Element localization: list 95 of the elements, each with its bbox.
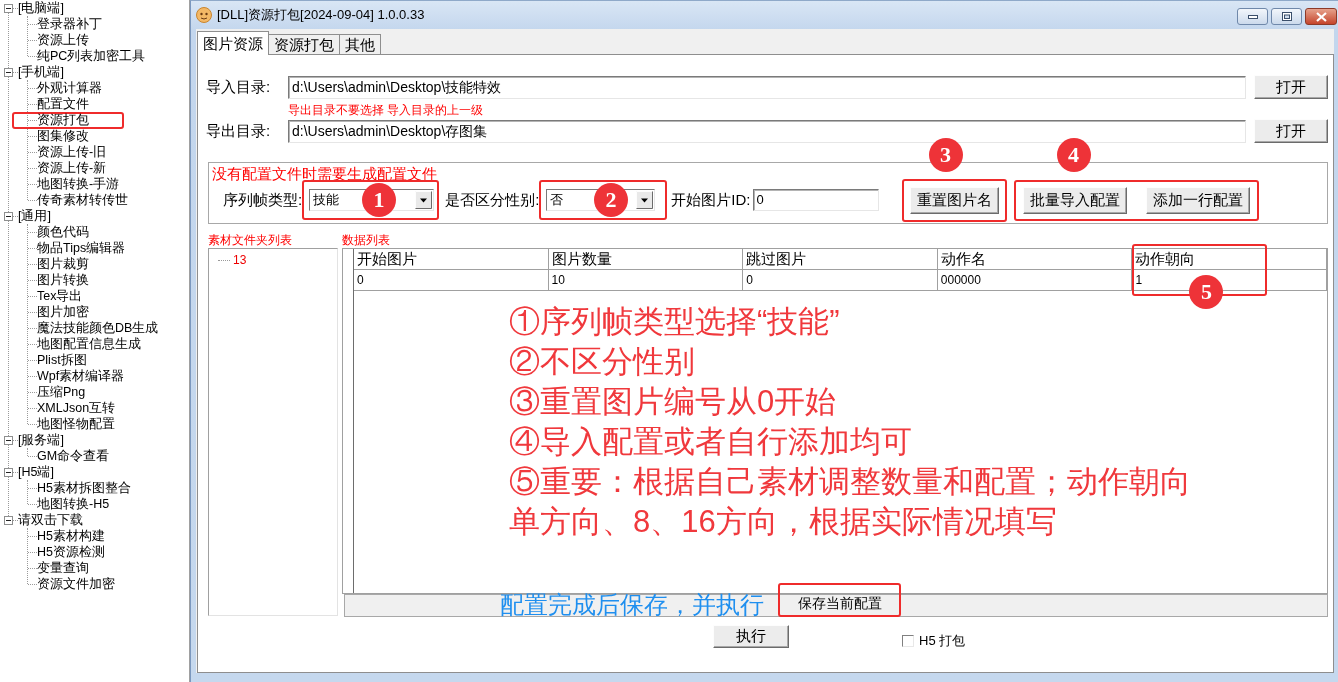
- tree-item[interactable]: 变量查询: [37, 560, 89, 576]
- tree-item[interactable]: 传奇素材转传世: [37, 192, 128, 208]
- annotation-text: ③重置图片编号从0开始: [509, 383, 838, 421]
- tree-item[interactable]: H5素材构建: [37, 528, 105, 544]
- table-cell: 0: [743, 270, 938, 291]
- maximize-icon: [1281, 12, 1292, 21]
- tree-item[interactable]: 资源上传: [37, 32, 89, 48]
- minimize-button[interactable]: [1237, 8, 1268, 25]
- tab[interactable]: 资源打包: [268, 34, 340, 54]
- collapse-icon[interactable]: [4, 435, 13, 445]
- checkbox-label: H5 打包: [919, 631, 966, 650]
- tree-item[interactable]: 地图怪物配置: [37, 416, 115, 432]
- tree-item[interactable]: 资源打包: [12, 111, 124, 129]
- tree-item[interactable]: 外观计算器: [37, 80, 102, 96]
- tree-item[interactable]: 图集修改: [37, 128, 89, 144]
- tree-node[interactable]: 请双击下载: [18, 512, 83, 528]
- action-button[interactable]: 添加一行配置: [1145, 186, 1250, 214]
- column-header: 动作名: [937, 249, 1133, 270]
- hint-text: 导出目录不要选择 导入目录的上一级: [288, 103, 484, 117]
- annotation-text: 配置完成后保存，并执行: [500, 591, 764, 619]
- action-button[interactable]: 批量导入配置: [1022, 186, 1127, 214]
- execute-button[interactable]: 执行: [713, 625, 789, 648]
- folder-item[interactable]: 13: [233, 253, 247, 267]
- step-badge: 1: [361, 183, 396, 217]
- tree-item[interactable]: 颜色代码: [37, 224, 89, 240]
- close-button[interactable]: [1305, 8, 1337, 25]
- tree-item[interactable]: 资源文件加密: [37, 576, 115, 592]
- annotation-text: ②不区分性别: [509, 343, 696, 381]
- table-cell: 000000: [937, 270, 1133, 291]
- tree-item[interactable]: 物品Tips编辑器: [37, 240, 126, 256]
- tree-item[interactable]: XMLJson互转: [37, 400, 116, 416]
- checkbox[interactable]: [902, 634, 914, 647]
- annotation-text: ⑤重要：根据自己素材调整数量和配置；动作朝向: [509, 463, 1192, 501]
- tree-item[interactable]: Plist拆图: [37, 352, 87, 368]
- column-header: 动作朝向: [1132, 249, 1327, 270]
- tree-item[interactable]: Wpf素材编译器: [37, 368, 125, 384]
- field-label: 开始图片ID:: [671, 190, 751, 210]
- field-label: 导入目录:: [206, 77, 272, 97]
- field-label: 序列帧类型:: [223, 190, 303, 210]
- tree-item[interactable]: Tex导出: [37, 288, 83, 304]
- list-title: 素材文件夹列表: [208, 232, 292, 248]
- collapse-icon[interactable]: [4, 515, 13, 525]
- dropdown-arrow-icon[interactable]: [636, 191, 654, 209]
- tree-item[interactable]: 配置文件: [37, 96, 89, 112]
- tree-item[interactable]: 图片转换: [37, 272, 89, 288]
- save-config-button[interactable]: 保存当前配置: [778, 583, 901, 617]
- tree-item[interactable]: GM命令查看: [37, 448, 110, 464]
- column-header: 图片数量: [548, 249, 744, 270]
- collapse-icon[interactable]: [4, 3, 13, 13]
- tree-item[interactable]: 魔法技能颜色DB生成: [37, 320, 159, 336]
- tree-node[interactable]: [手机端]: [18, 64, 64, 80]
- tree-item[interactable]: 地图配置信息生成: [37, 336, 141, 352]
- open-button[interactable]: 打开: [1254, 119, 1328, 143]
- maximize-button[interactable]: [1271, 8, 1302, 25]
- collapse-icon[interactable]: [4, 67, 13, 77]
- tree-item[interactable]: 图片加密: [37, 304, 89, 320]
- path-field[interactable]: d:\Users\admin\Desktop\存图集: [288, 119, 1246, 143]
- dropdown-arrow-icon[interactable]: [415, 191, 433, 209]
- tree-item[interactable]: 资源上传-旧: [37, 144, 107, 160]
- close-icon: [1315, 11, 1327, 22]
- field-label: 导出目录:: [206, 121, 272, 141]
- tree-item[interactable]: 地图转换-H5: [37, 496, 110, 512]
- tree-item[interactable]: H5资源检测: [37, 544, 105, 560]
- table-cell: 10: [548, 270, 744, 291]
- tree-item[interactable]: 资源上传-新: [37, 160, 107, 176]
- step-badge: 2: [594, 183, 628, 217]
- column-header: 开始图片: [354, 249, 549, 270]
- column-header: 跳过图片: [743, 249, 938, 270]
- annotation-text: 单方向、8、16方向，根据实际情况填写: [509, 503, 1058, 541]
- tree-node[interactable]: [通用]: [18, 208, 51, 224]
- action-button[interactable]: 重置图片名: [909, 186, 999, 214]
- tree-item[interactable]: 登录器补丁: [37, 16, 102, 32]
- tree-item[interactable]: 压缩Png: [37, 384, 86, 400]
- tree-node[interactable]: [电脑端]: [18, 0, 64, 16]
- annotation-text: ④导入配置或者自行添加均可: [509, 423, 913, 461]
- tree-item[interactable]: 地图转换-手游: [37, 176, 120, 192]
- minimize-icon: [1247, 14, 1258, 19]
- window-title: [DLL]资源打包[2024-09-04] 1.0.0.33: [217, 6, 425, 24]
- collapse-icon[interactable]: [4, 211, 13, 221]
- tree-node[interactable]: [服务端]: [18, 432, 64, 448]
- tree-node[interactable]: [H5端]: [18, 464, 54, 480]
- field-label: 是否区分性别:: [445, 190, 540, 210]
- path-field[interactable]: d:\Users\admin\Desktop\技能特效: [288, 75, 1246, 99]
- open-button[interactable]: 打开: [1254, 75, 1328, 99]
- tree-item[interactable]: 纯PC列表加密工具: [37, 48, 146, 64]
- tab[interactable]: 图片资源: [197, 31, 269, 55]
- annotation-text: ①序列帧类型选择“技能”: [509, 303, 841, 341]
- text-field[interactable]: 0: [752, 189, 879, 211]
- tree-item[interactable]: 图片裁剪: [37, 256, 89, 272]
- collapse-icon[interactable]: [4, 467, 13, 477]
- table-cell: 0: [354, 270, 549, 291]
- app-icon: [196, 7, 212, 23]
- tree-item[interactable]: H5素材拆图整合: [37, 480, 131, 496]
- list-title: 数据列表: [342, 232, 390, 248]
- tab[interactable]: 其他: [339, 34, 381, 54]
